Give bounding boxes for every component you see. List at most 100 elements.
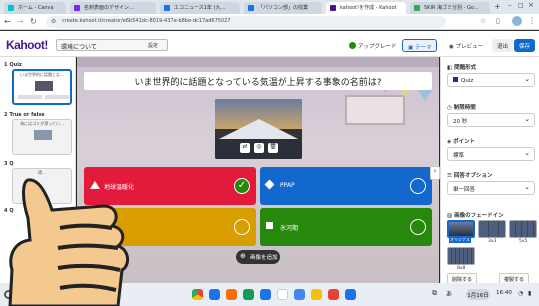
reveal-option-3x3[interactable] [478, 220, 506, 238]
theme-button[interactable]: ▣ テーマ [402, 39, 438, 52]
reveal-option-8x8[interactable] [447, 247, 475, 265]
question-thumbnail[interactable]: 海にはゴミが漂ってい… [12, 119, 72, 155]
circle-icon [90, 222, 98, 230]
question-thumbnail-selected[interactable]: いま世界的に話題とな… [12, 69, 72, 105]
question-item[interactable]: 1 Quiz いま世界的に話題とな… [4, 61, 72, 105]
docs-icon[interactable] [294, 289, 305, 300]
battery-icon[interactable]: ▮ [528, 290, 531, 297]
tab-label: SKIR 海ゴミ分別 - Go… [424, 5, 479, 11]
app-icon[interactable] [226, 289, 237, 300]
question-list: 1 Quiz いま世界的に話題とな… 2 True or false 海にはゴミ… [0, 57, 76, 283]
site-info-icon[interactable]: ⚙ [51, 18, 56, 25]
question-image[interactable]: ⇄ ◎ 🗑 [215, 99, 302, 159]
question-type-select[interactable]: Quiz ⌄ [447, 73, 535, 87]
exit-button[interactable]: 退出 [492, 39, 514, 52]
browser-tab[interactable]: 「パソコン部」の授業 [244, 2, 322, 14]
correct-check-icon[interactable]: ✓ [234, 178, 250, 194]
question-item[interactable]: 2 True or false 海にはゴミが漂ってい… [4, 111, 72, 155]
reveal-option-5x5[interactable] [509, 220, 537, 238]
collapse-panel-chevron-icon[interactable]: › [430, 166, 440, 180]
tab-favicon-icon [8, 5, 14, 11]
image-reveal-label: 画像のフェードイン [454, 213, 504, 219]
forward-icon[interactable]: → [17, 17, 24, 26]
upgrade-button[interactable]: アップグレード [344, 39, 402, 52]
points-heading: ◈ ポイント [447, 137, 475, 145]
title-value: 環境について [61, 44, 97, 51]
correct-toggle-circle[interactable] [410, 178, 426, 194]
kahoot-logo[interactable]: Kahoot! [6, 38, 48, 52]
answer-option-2[interactable]: PPAP [260, 167, 432, 205]
question-editor-canvas: いま世界的に話題となっている気温が上昇する事象の名前は? ⇄ ◎ 🗑 地球温暖化… [77, 57, 439, 283]
bookmark-star-icon[interactable]: ☆ [480, 17, 486, 25]
url-text: create.kahoot.it/creator/e6b541dc-8019-4… [62, 18, 231, 24]
maximize-icon[interactable]: □ [518, 2, 524, 9]
ime-indicator[interactable]: あ [446, 289, 452, 298]
side-panel-icon[interactable]: ▯ [496, 17, 500, 25]
answer-option-1[interactable]: 地球温暖化 ✓ [84, 167, 256, 205]
close-window-icon[interactable]: × [528, 1, 534, 9]
youtube-icon[interactable] [328, 289, 339, 300]
launcher-icon[interactable] [4, 290, 13, 299]
replace-image-icon[interactable]: ⇄ [240, 143, 250, 153]
question-thumbnail[interactable]: 環… [12, 168, 72, 204]
thumb-answer-bar [18, 95, 42, 99]
delete-image-icon[interactable]: 🗑 [268, 143, 278, 153]
files-icon[interactable] [209, 289, 220, 300]
points-select[interactable]: 標準 ⌄ [447, 147, 535, 161]
question-number: 2 [4, 112, 8, 118]
edit-image-icon[interactable]: ◎ [254, 143, 264, 153]
reveal-option-label: 5x5 [519, 239, 528, 244]
answer-options-value: 単一回答 [453, 187, 476, 193]
meet-icon[interactable] [260, 289, 271, 300]
question-thumb-text: 環… [38, 170, 46, 175]
question-item[interactable]: 3 Q 環… [4, 160, 72, 204]
quiz-icon [453, 77, 458, 82]
question-number: 1 [4, 62, 8, 68]
clock-time[interactable]: 16:40 [496, 290, 512, 296]
reload-icon[interactable]: ↻ [30, 17, 37, 26]
browser-tab[interactable]: 名刺表面のデザイン… [70, 2, 156, 14]
browser-tab[interactable]: ホーム - Canva [4, 2, 66, 14]
chrome-icon[interactable] [192, 289, 203, 300]
tab-favicon-icon [330, 5, 336, 11]
profile-avatar[interactable] [512, 16, 522, 26]
browser-menu-icon[interactable]: ⋮ [528, 16, 536, 25]
question-thumb-text: 海にはゴミが漂ってい… [20, 121, 64, 126]
kahoot-header: Kahoot! 環境について 設定 アップグレード ▣ テーマ ◉ プレビュー … [0, 31, 539, 57]
gmail-icon[interactable] [277, 289, 288, 300]
new-tab-icon[interactable]: + [494, 2, 501, 11]
question-item[interactable]: 4 Q [4, 207, 72, 214]
date-pill[interactable]: 1月16日 [466, 289, 490, 300]
wifi-icon[interactable]: ◔ [518, 290, 523, 297]
screen-capture-icon[interactable]: ⧉ [432, 289, 437, 298]
answer-option-4[interactable]: 氷河期 [260, 208, 432, 246]
preview-button[interactable]: ◉ プレビュー [444, 39, 488, 52]
classroom-icon[interactable] [243, 289, 254, 300]
reveal-option-label: オリジナル [449, 237, 471, 243]
chevron-down-icon: ⌄ [524, 149, 530, 157]
drive-icon[interactable] [311, 289, 322, 300]
answer-text: 地球温暖化 [104, 184, 135, 191]
save-button[interactable]: 保存 [514, 39, 536, 52]
back-icon[interactable]: ← [4, 17, 11, 26]
answer-options-select[interactable]: 単一回答 ⌄ [447, 181, 535, 195]
browser-tab-active[interactable]: kahoot!を作成 - Kahoot [326, 2, 406, 14]
image-mountain [215, 119, 302, 141]
tab-favicon-icon [414, 5, 420, 11]
minimize-icon[interactable]: – [508, 1, 512, 9]
time-limit-select[interactable]: 20 秒 ⌄ [447, 113, 535, 127]
settings-button[interactable]: 設定 [148, 42, 158, 49]
reveal-option-original[interactable] [447, 220, 475, 238]
plus-icon: ⊕ [240, 252, 246, 260]
browser-tab[interactable]: エコニュース1年 (九… [160, 2, 240, 14]
question-text-field[interactable]: いま世界的に話題となっている気温が上昇する事象の名前は? [84, 72, 432, 90]
camera-icon[interactable] [345, 289, 356, 300]
url-field[interactable]: ⚙ create.kahoot.it/creator/e6b541dc-8019… [46, 16, 446, 28]
correct-toggle-circle[interactable] [234, 219, 250, 235]
add-media-button[interactable]: ⊕ 画像を追加 [236, 250, 280, 264]
correct-toggle-circle[interactable] [410, 219, 426, 235]
question-type-label: 問題形式 [454, 65, 477, 71]
answer-option-3[interactable] [84, 208, 256, 246]
browser-tab[interactable]: SKIR 海ゴミ分別 - Go… [410, 2, 490, 14]
tab-label: 「パソコン部」の授業 [258, 5, 309, 11]
